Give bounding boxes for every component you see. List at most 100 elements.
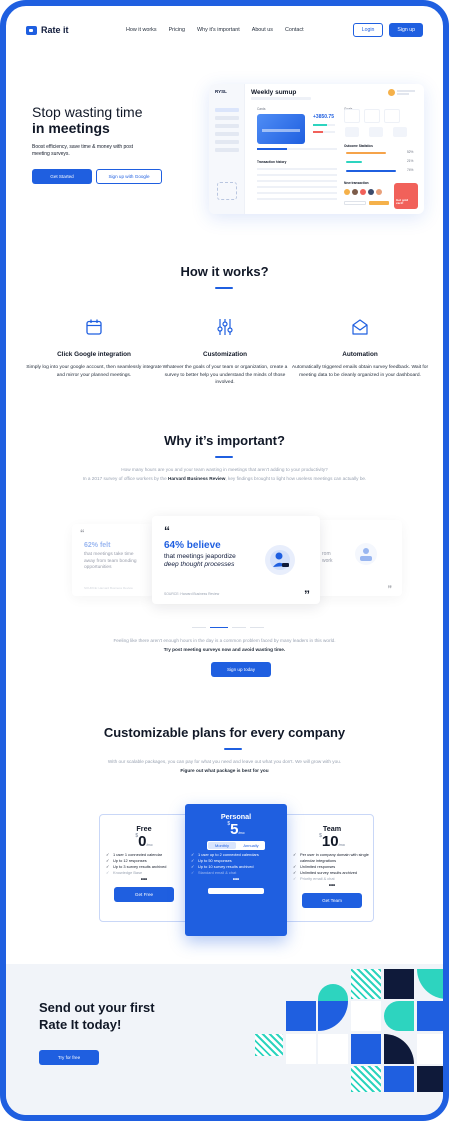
carousel-dot-active[interactable]: [210, 627, 228, 628]
dashboard-search: [251, 97, 311, 100]
browser-frame: Rate it How it works Pricing Why it's im…: [0, 0, 449, 1121]
quote-close-icon: ”: [387, 584, 393, 594]
why-outro-line1: Feeling like there aren't enough hours i…: [113, 638, 336, 643]
more-features-icon[interactable]: •••: [106, 877, 182, 883]
billing-toggle: Monthly Annually: [207, 841, 265, 850]
stat-right-text-a: rom: [322, 551, 331, 557]
bottom-title-line2: Rate It today!: [39, 1017, 122, 1032]
plan-price: $10/mo: [319, 833, 345, 850]
stat-card-left[interactable]: “ 62% felt that meetings take time away …: [72, 524, 154, 596]
nav-link-why[interactable]: Why it's important: [197, 27, 240, 33]
quote-close-icon: ”: [304, 588, 310, 602]
carousel-dot[interactable]: [232, 627, 246, 628]
nav-links: How it works Pricing Why it's important …: [126, 27, 304, 33]
get-personal-button[interactable]: [208, 887, 264, 894]
pricing-title: Customizable plans for every company: [103, 725, 346, 740]
pricing-intro: With our scalable packages, you can pay …: [46, 757, 403, 775]
why-source-link[interactable]: Harvard Business Review: [168, 476, 225, 481]
stat-card-right[interactable]: rom work ”: [310, 520, 402, 596]
stat-main-line2: deep thought processes: [164, 561, 235, 568]
nav-link-pricing[interactable]: Pricing: [169, 27, 185, 33]
hero-title-line2: in meetings: [32, 120, 110, 136]
why-intro-line2: In a 2017 survey of office workers by th…: [82, 476, 367, 481]
feature-desc: Whatever the goals of your team or organ…: [162, 365, 288, 385]
hero-title-line1: Stop wasting time: [32, 104, 143, 120]
plan-feature: Per user in company domain with single c…: [293, 852, 371, 864]
hero-title: Stop wasting time in meetings: [32, 104, 143, 136]
dashboard-user: [388, 89, 416, 97]
feature-title: Automation: [342, 351, 378, 358]
why-intro-line1: How many hours are you and your team was…: [121, 467, 328, 472]
amount: +3850.75: [313, 114, 334, 120]
stat-main-line1: that meetings jeapordize: [164, 553, 236, 560]
why-underline: [215, 456, 233, 458]
pricing-intro-line2: Figure out what package is best for you: [180, 768, 269, 773]
why-outro-line2: Try post meeting surveys now and avoid w…: [163, 647, 286, 652]
illustration-icon: [217, 182, 237, 200]
plan-name: Free: [136, 824, 152, 833]
toggle-monthly[interactable]: Monthly: [208, 842, 236, 849]
get-team-button[interactable]: Get Team: [302, 892, 362, 908]
stat-main-pct: 64% believe: [164, 540, 221, 551]
plan-features: Per user in company domain with single c…: [293, 852, 371, 882]
carousel-dot[interactable]: [250, 627, 264, 628]
plan-feature-dim: Standard email & chat: [191, 870, 281, 876]
hero-subtitle: Boost efficiency, save time & money with…: [32, 144, 133, 157]
get-started-button[interactable]: Get Started: [32, 169, 92, 184]
meeting-illustration-icon: [355, 543, 377, 565]
feature-title: Customization: [202, 351, 248, 358]
plan-price: $0/mo: [135, 833, 153, 850]
promo-card-text: Get gold card!: [396, 197, 409, 206]
how-title: How it works?: [180, 264, 269, 279]
plan-feature-dim: Priority email & chat: [293, 876, 371, 882]
logo-text: Rate it: [41, 25, 69, 35]
signup-today-button[interactable]: Sign up today: [211, 662, 271, 677]
toggle-annually[interactable]: Annually: [237, 841, 265, 850]
new-transaction-label: New transaction: [344, 181, 369, 185]
sliders-icon: [217, 319, 233, 335]
carousel-dot[interactable]: [192, 627, 206, 628]
history-label: Transaction history: [257, 160, 287, 164]
nav-link-how[interactable]: How it works: [126, 27, 157, 33]
pricing-intro-line1: With our scalable packages, you can pay …: [107, 759, 342, 764]
signup-button[interactable]: Sign up: [389, 23, 423, 37]
more-features-icon[interactable]: •••: [191, 877, 281, 883]
plan-free: Free $0/mo 1 user 1 connected calendar U…: [106, 824, 182, 902]
plan-features: 1 user 1 connected calendar Up to 12 res…: [106, 852, 182, 876]
stat-left-text: that meetings take time away from team b…: [84, 552, 137, 570]
dashboard-brand: RYSL: [215, 89, 227, 94]
nav-link-contact[interactable]: Contact: [285, 27, 304, 33]
plan-features: 1 user up to 2 connected calendars Up to…: [191, 852, 281, 876]
stat-card-main[interactable]: “ 64% believe that meetings jeapordize d…: [152, 516, 320, 604]
top-nav: Rate it How it works Pricing Why it's im…: [26, 20, 423, 40]
promo-card[interactable]: Get gold card!: [394, 183, 418, 209]
feature-desc: Simply log into your google account, the…: [26, 365, 162, 378]
plan-name: Personal: [220, 812, 252, 821]
get-free-button[interactable]: Get Free: [114, 886, 174, 902]
thinking-person-icon: [265, 545, 295, 575]
nav-buttons: Login Sign up: [352, 23, 423, 37]
feature-customization: Customization Whatever the goals of your…: [155, 318, 295, 387]
feature-desc: Automatically triggered emails obtain su…: [291, 365, 429, 378]
login-button[interactable]: Login: [352, 23, 384, 37]
quote-open-icon: “: [164, 524, 170, 538]
nav-link-about[interactable]: About us: [252, 27, 273, 33]
plan-team: Team $10/mo Per user in company domain w…: [293, 824, 371, 908]
credit-card: [257, 114, 305, 144]
stat-left-pct: 62% felt: [84, 542, 111, 549]
plan-price: $5/mo: [227, 821, 245, 838]
feature-google: Click Google integration Simply log into…: [24, 318, 164, 379]
avatar: [388, 89, 395, 96]
plan-feature-dim: Knowledge Base: [106, 870, 182, 876]
more-features-icon[interactable]: •••: [293, 883, 371, 889]
google-signup-button[interactable]: Sign up with Google: [96, 169, 162, 184]
why-outro: Feeling like there aren't enough hours i…: [46, 636, 403, 654]
envelope-icon: [352, 319, 368, 335]
carousel-dots: [192, 627, 264, 628]
bottom-cta-section: Send out your first Rate It today! Try f…: [6, 964, 443, 1115]
logo[interactable]: Rate it: [26, 25, 69, 35]
try-free-button[interactable]: Try for free: [39, 1050, 99, 1065]
stat-left-source: SOURCE: Harvard Business Review: [84, 586, 133, 590]
outcome-pct-3: 74%: [407, 168, 414, 172]
how-underline: [215, 287, 233, 289]
